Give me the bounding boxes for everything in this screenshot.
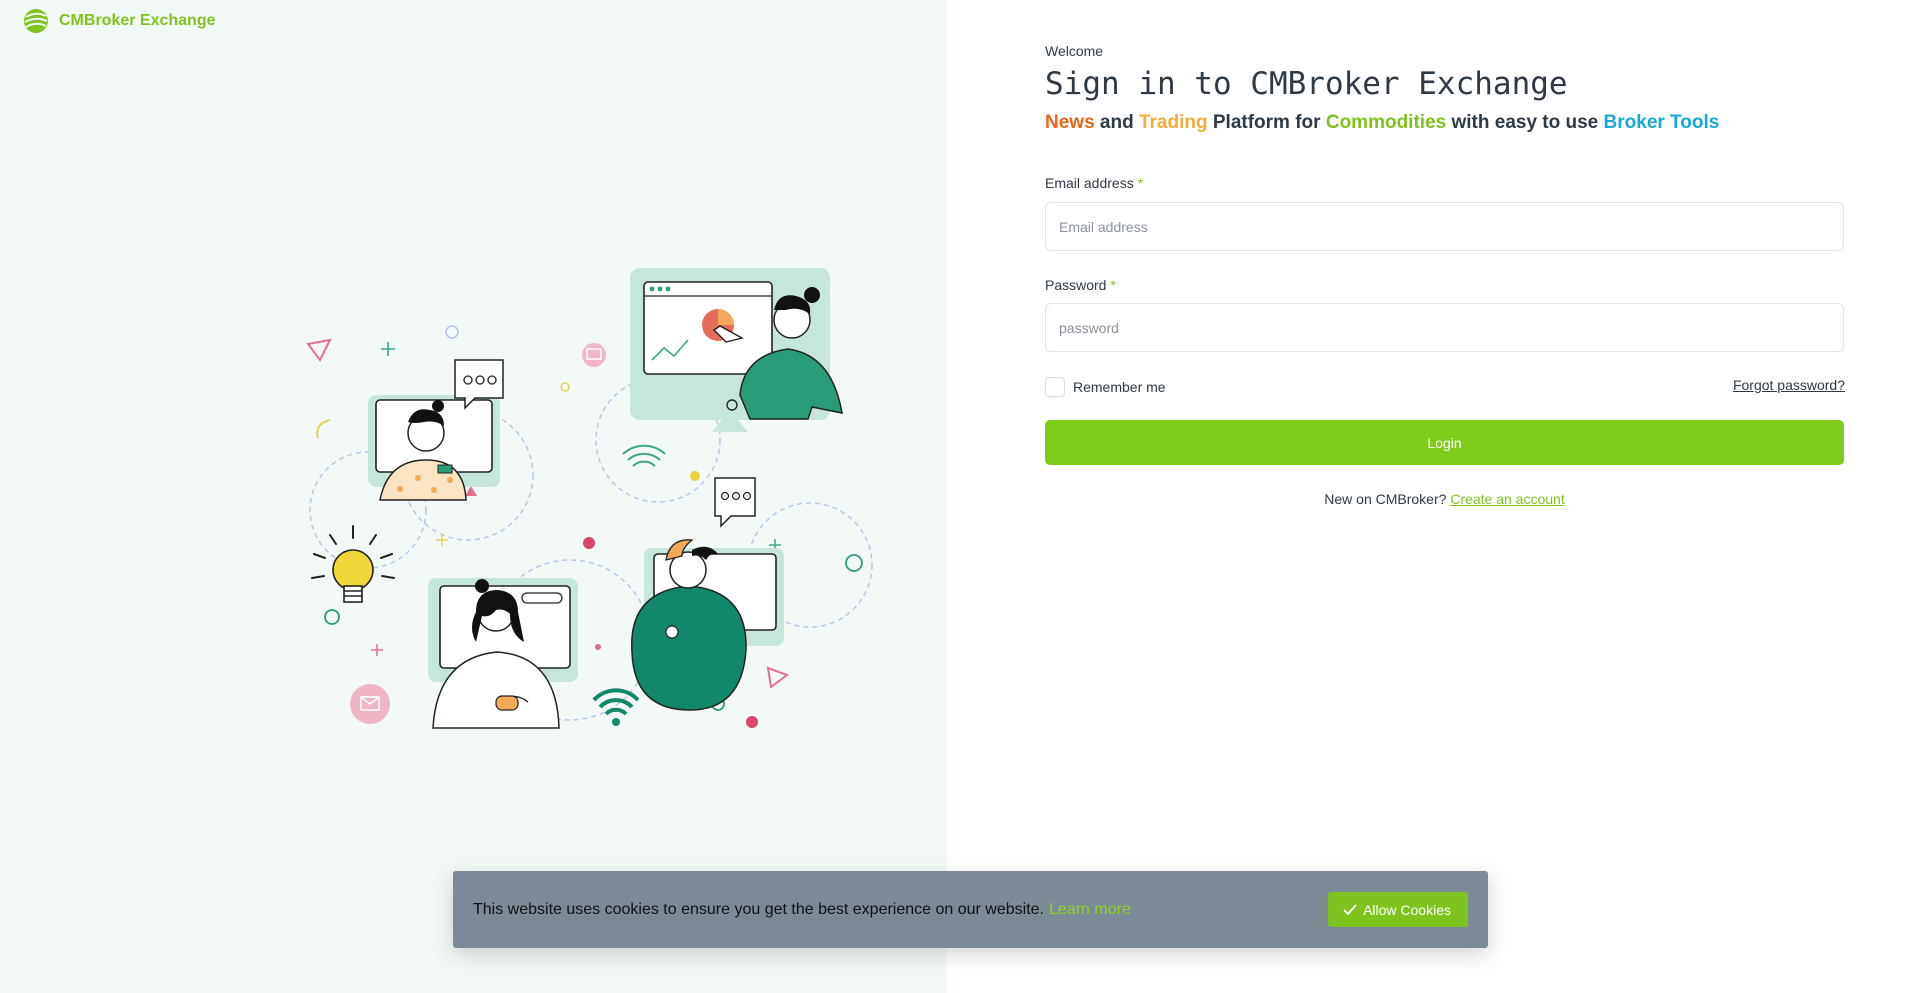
login-button[interactable]: Login [1045, 420, 1844, 465]
email-label-text: Email address [1045, 175, 1134, 191]
welcome-text: Welcome [1045, 43, 1104, 59]
email-required-mark: * [1137, 175, 1144, 191]
password-label: Password * [1045, 277, 1116, 293]
forgot-password-link[interactable]: Forgot password? [1733, 377, 1845, 393]
tagline-platform-for: Platform for [1207, 112, 1326, 133]
tagline: News and Trading Platform for Commoditie… [1045, 112, 1719, 134]
create-account-link[interactable]: Create an account [1450, 491, 1564, 507]
check-icon [1343, 903, 1357, 915]
brand-name: CMBroker Exchange [59, 12, 216, 29]
remote-meeting-illustration-icon [306, 268, 873, 729]
tagline-trading: Trading [1138, 112, 1208, 133]
tagline-commodities: Commodities [1325, 112, 1447, 133]
allow-cookies-label: Allow Cookies [1363, 901, 1451, 918]
password-label-text: Password [1045, 277, 1107, 293]
tagline-news: News [1045, 112, 1095, 133]
page-title: Sign in to CMBroker Exchange [1045, 66, 1568, 102]
tagline-with-easy: with easy to use [1446, 112, 1604, 133]
remember-me-checkbox[interactable] [1045, 377, 1065, 397]
signup-prompt: New on CMBroker? Create an account [1045, 491, 1844, 507]
allow-cookies-button[interactable]: Allow Cookies [1328, 892, 1468, 927]
cookie-learn-more-link[interactable]: Learn more [1049, 901, 1131, 919]
tagline-and: and [1094, 112, 1139, 133]
left-panel: CMBroker Exchange [0, 0, 947, 993]
cookie-banner: This website uses cookies to ensure you … [453, 871, 1488, 948]
password-input[interactable] [1045, 303, 1844, 352]
password-required-mark: * [1110, 277, 1116, 293]
email-input[interactable] [1045, 202, 1844, 251]
remember-me[interactable]: Remember me [1045, 377, 1166, 397]
remember-me-label: Remember me [1073, 379, 1166, 395]
tagline-broker-tools: Broker Tools [1603, 112, 1720, 133]
email-label: Email address * [1045, 175, 1143, 191]
brand-logo-icon [24, 9, 48, 33]
brand[interactable]: CMBroker Exchange [22, 7, 216, 35]
signup-text: New on CMBroker? [1324, 491, 1447, 507]
cookie-text: This website uses cookies to ensure you … [473, 900, 1044, 918]
